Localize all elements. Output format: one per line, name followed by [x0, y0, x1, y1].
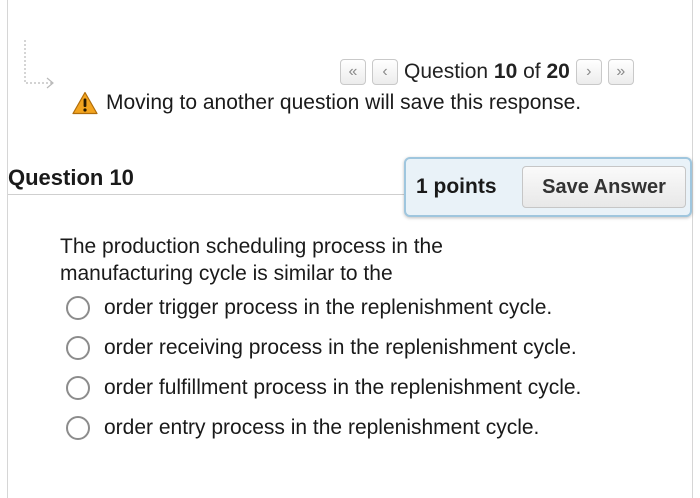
answer-option-label: order receiving process in the replenish… — [104, 336, 577, 359]
answer-option-label: order entry process in the replenishment… — [104, 416, 540, 439]
return-arrow-icon — [24, 40, 54, 89]
radio-button[interactable] — [66, 416, 90, 440]
previous-question-button[interactable]: ‹ — [372, 59, 398, 85]
answer-option-label: order fulfillment process in the repleni… — [104, 376, 582, 399]
answer-option[interactable]: order fulfillment process in the repleni… — [66, 368, 581, 408]
answer-option[interactable]: order receiving process in the replenish… — [66, 328, 581, 368]
double-chevron-right-icon: » — [616, 63, 626, 80]
save-warning: Moving to another question will save thi… — [72, 91, 581, 115]
radio-button[interactable] — [66, 296, 90, 320]
points-panel: 1 points Save Answer — [404, 157, 692, 217]
double-chevron-left-icon: « — [348, 63, 358, 80]
content-frame-right-border — [692, 0, 693, 498]
first-question-button[interactable]: « — [340, 59, 366, 85]
last-question-button[interactable]: » — [607, 59, 634, 85]
question-title-divider — [8, 194, 408, 195]
answer-option-label: order trigger process in the replenishme… — [104, 296, 553, 319]
radio-button[interactable] — [66, 336, 90, 360]
radio-button[interactable] — [66, 376, 90, 400]
content-frame-left-border — [7, 0, 8, 498]
warning-triangle-icon — [72, 91, 98, 115]
question-title: Question 10 — [8, 165, 134, 190]
question-counter-prefix: Question — [404, 60, 494, 83]
answer-options: order trigger process in the replenishme… — [66, 288, 581, 448]
points-label: 1 points — [416, 175, 497, 198]
question-counter-of: of — [517, 60, 547, 83]
question-counter: Question 10 of 20 — [404, 60, 570, 84]
save-warning-text: Moving to another question will save thi… — [106, 91, 582, 114]
question-navigation: « ‹ Question 10 of 20 › » — [340, 58, 634, 86]
question-counter-total: 20 — [546, 60, 570, 83]
answer-option[interactable]: order entry process in the replenishment… — [66, 408, 581, 448]
save-answer-button[interactable]: Save Answer — [522, 166, 686, 208]
question-prompt: The production scheduling process in the… — [60, 235, 443, 285]
chevron-right-icon: › — [586, 63, 592, 80]
chevron-left-icon: ‹ — [382, 63, 388, 80]
answer-option[interactable]: order trigger process in the replenishme… — [66, 288, 581, 328]
next-question-button[interactable]: › — [575, 59, 602, 85]
question-counter-current: 10 — [493, 60, 518, 83]
